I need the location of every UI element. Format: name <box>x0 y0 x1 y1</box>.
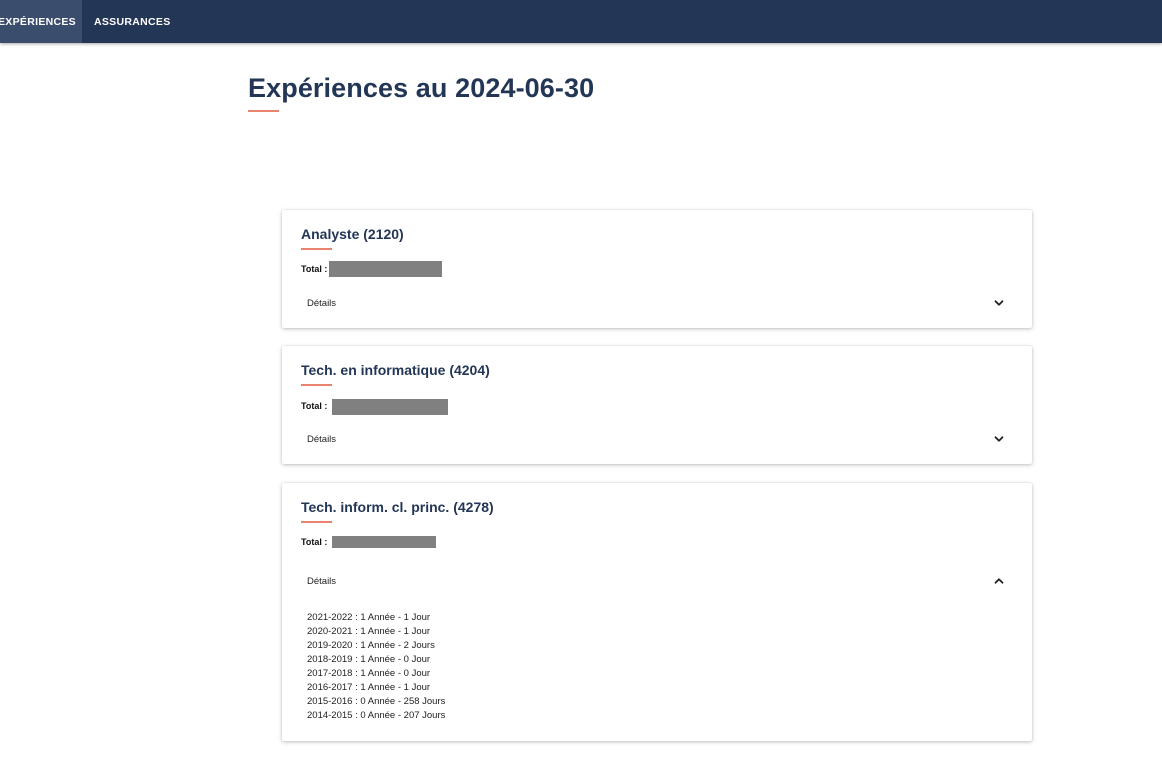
details-item: 2016-2017 : 1 Année - 1 Jour <box>307 682 431 693</box>
total-label: Total : <box>301 537 328 547</box>
details-item: 2015-2016 : 0 Année - 258 Jours <box>307 696 446 707</box>
experience-card-analyste: Analyste (2120) Total : Détails <box>282 210 1032 328</box>
details-item: 2020-2021 : 1 Année - 1 Jour <box>307 626 431 637</box>
experience-card-tech-informatique: Tech. en informatique (4204) Total : Dét… <box>282 346 1032 464</box>
details-item: 2021-2022 : 1 Année - 1 Jour <box>307 612 431 623</box>
card-title: Tech. inform. cl. princ. (4278) <box>301 499 494 515</box>
tab-assurances-label: ASSURANCES <box>94 16 171 28</box>
total-value-redacted <box>332 536 436 548</box>
details-item: 2018-2019 : 1 Année - 0 Jour <box>307 654 431 665</box>
tab-assurances[interactable]: ASSURANCES <box>94 0 171 43</box>
card-title-underline <box>301 521 332 523</box>
details-item: 2014-2015 : 0 Année - 207 Jours <box>307 710 446 721</box>
experience-card-tech-inform-cl-princ: Tech. inform. cl. princ. (4278) Total : … <box>282 483 1032 741</box>
tab-experiences-label: EXPÉRIENCES <box>0 16 76 28</box>
card-title: Tech. en informatique (4204) <box>301 362 490 378</box>
page-title: Expériences au 2024-06-30 <box>248 73 595 103</box>
total-value-redacted <box>329 261 442 277</box>
details-toggle-label[interactable]: Détails <box>307 576 336 587</box>
chevron-down-icon[interactable] <box>993 433 1005 445</box>
card-title-underline <box>301 384 332 386</box>
total-label: Total : <box>301 264 328 274</box>
total-value-redacted <box>332 399 448 415</box>
chevron-down-icon[interactable] <box>993 297 1005 309</box>
total-label: Total : <box>301 401 328 411</box>
top-navigation-bar: EXPÉRIENCES ASSURANCES <box>0 0 1162 43</box>
card-title: Analyste (2120) <box>301 226 404 242</box>
card-title-underline <box>301 248 332 250</box>
details-item: 2019-2020 : 1 Année - 2 Jours <box>307 640 435 651</box>
details-list: 2021-2022 : 1 Année - 1 Jour 2020-2021 :… <box>307 611 445 723</box>
tab-experiences[interactable]: EXPÉRIENCES <box>0 0 82 43</box>
details-toggle-label[interactable]: Détails <box>307 298 336 309</box>
details-toggle-label[interactable]: Détails <box>307 434 336 445</box>
chevron-up-icon[interactable] <box>993 575 1005 587</box>
details-item: 2017-2018 : 1 Année - 0 Jour <box>307 668 431 679</box>
page-title-underline <box>248 110 279 112</box>
